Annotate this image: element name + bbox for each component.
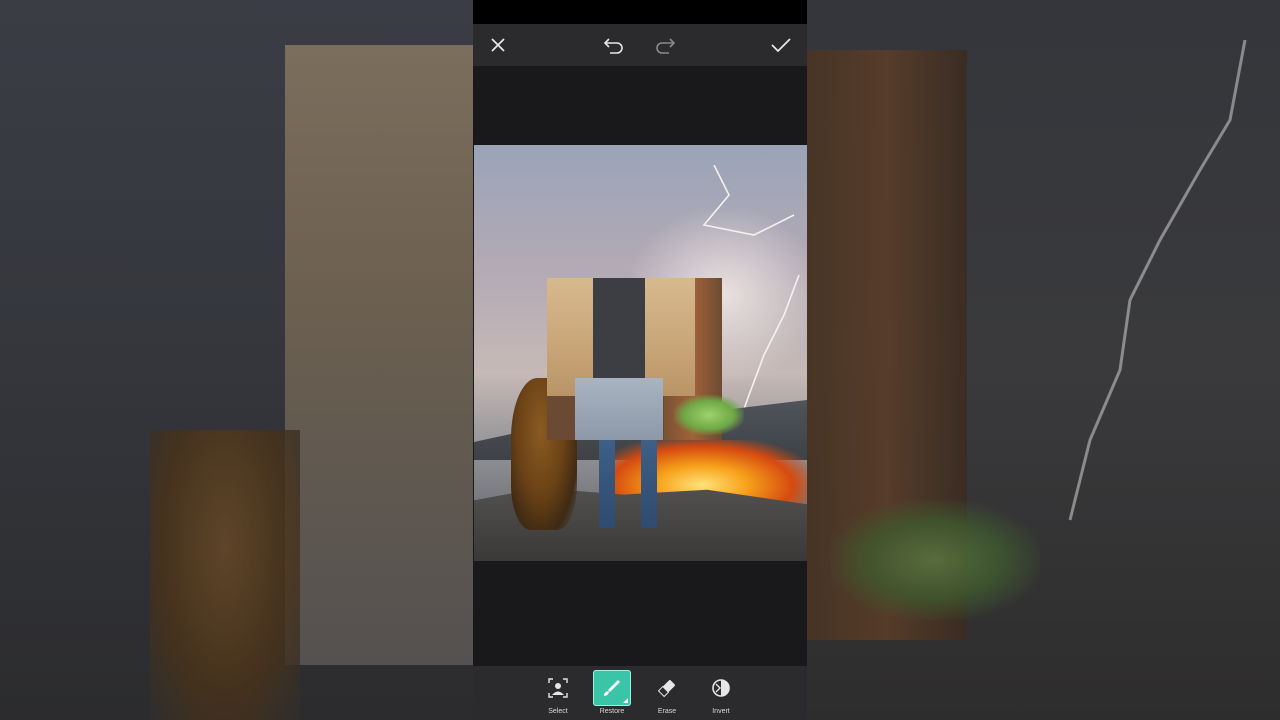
backdrop-jacket-figure [285,45,473,665]
phone-screen: Select Restore Erase Invert [473,0,807,720]
eraser-icon [657,680,675,698]
tool-invert-icon-box [702,670,740,706]
invert-icon [712,679,730,697]
tool-erase-icon-box [648,670,686,706]
backdrop-fern [830,500,1040,620]
tool-restore-icon-box [593,670,631,706]
fern-leaves [674,395,744,435]
checkmark-icon [771,38,791,53]
undo-button[interactable] [601,32,627,58]
backdrop-lion [150,430,300,720]
editing-canvas[interactable] [473,66,807,666]
tool-erase[interactable]: Erase [644,670,690,720]
tool-invert[interactable]: Invert [698,670,744,720]
apply-button[interactable] [768,32,794,58]
graphic-tshirt [593,278,645,386]
backdrop-lightning [1068,40,1247,521]
tool-invert-label: Invert [712,708,730,715]
denim-shorts [575,378,663,440]
right-leg [641,440,657,528]
status-bar [473,0,807,24]
composite-photo[interactable] [474,145,807,561]
tool-options-corner-icon [623,698,628,703]
tool-select[interactable]: Select [535,670,581,720]
cutout-toolbar: Select Restore Erase Invert [473,666,807,720]
redo-button[interactable] [652,32,678,58]
left-leg [599,440,615,528]
person-select-icon [548,678,568,698]
tool-select-label: Select [548,708,568,715]
jeans-legs [599,440,669,530]
tool-restore-label: Restore [599,708,625,715]
tool-restore[interactable]: Restore [589,670,635,720]
undo-icon [603,38,623,54]
tool-select-icon-box [539,670,577,706]
close-icon [491,38,505,52]
tool-erase-label: Erase [657,708,677,715]
redo-icon [656,38,676,54]
brush-icon [604,680,620,696]
editor-top-bar [473,24,807,66]
close-button[interactable] [485,32,511,58]
